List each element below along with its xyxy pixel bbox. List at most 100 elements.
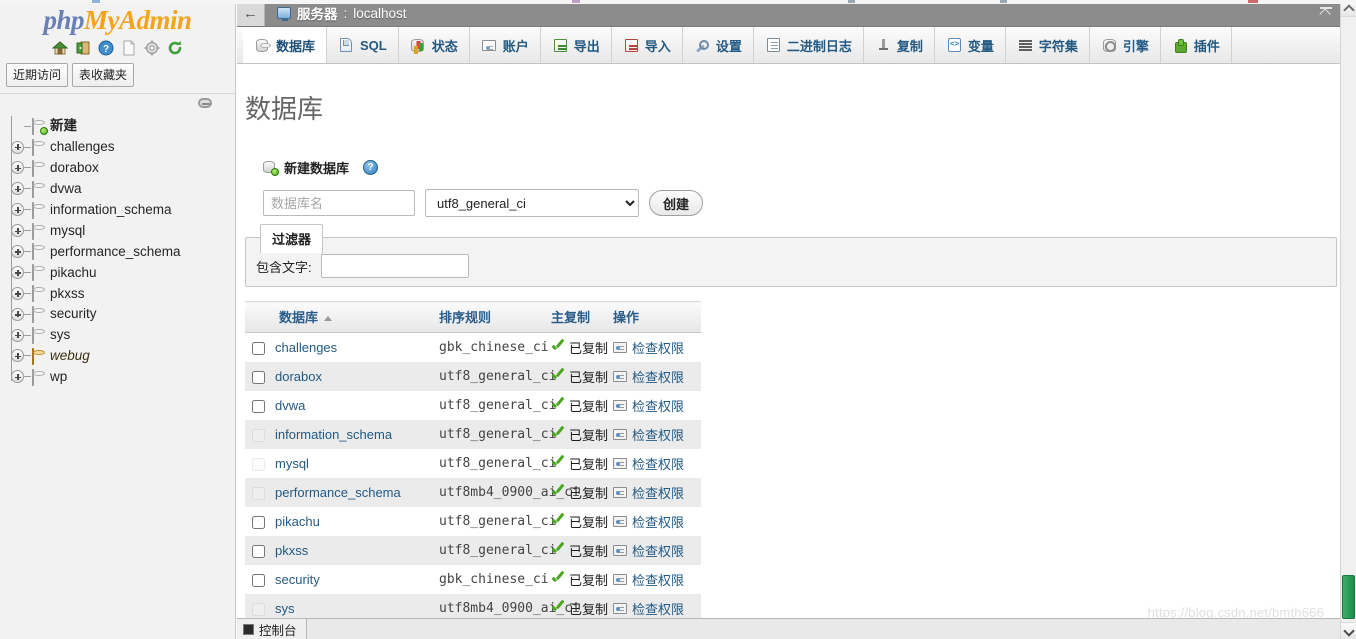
row-checkbox-cell: [245, 333, 271, 363]
filter-input[interactable]: [320, 254, 469, 278]
tab-database[interactable]: 数据库: [243, 27, 328, 63]
scrollbar-thumb[interactable]: [1342, 575, 1355, 619]
tab-plugin[interactable]: 插件: [1161, 27, 1232, 63]
check-privileges-link[interactable]: 检查权限: [632, 599, 684, 618]
sidebar-db-item-information_schema[interactable]: information_schema: [6, 199, 235, 220]
tab-charset[interactable]: 字符集: [1006, 27, 1090, 63]
table-row[interactable]: mysql utf8_general_ci 已复制 检查权限: [245, 449, 701, 478]
table-row[interactable]: security gbk_chinese_ci 已复制 检查权限: [245, 565, 701, 594]
table-row[interactable]: pkxss utf8_general_ci 已复制 检查权限: [245, 536, 701, 565]
expand-icon[interactable]: [11, 161, 24, 175]
scroll-down-button[interactable]: [1341, 622, 1356, 639]
sidebar-db-item-security[interactable]: security: [6, 304, 235, 325]
table-row[interactable]: challenges gbk_chinese_ci 已复制 检查权限: [245, 332, 701, 363]
page-scrollbar[interactable]: [1340, 0, 1356, 639]
tab-replication[interactable]: 复制: [864, 27, 935, 63]
expand-icon[interactable]: [11, 203, 24, 217]
tab-status[interactable]: 状态: [399, 27, 470, 63]
row-checkbox[interactable]: [251, 342, 265, 356]
check-privileges-link[interactable]: 检查权限: [632, 396, 684, 415]
tab-engine[interactable]: 引擎: [1090, 27, 1161, 63]
console-toggle[interactable]: 控制台: [237, 619, 307, 639]
database-name-input[interactable]: [263, 190, 415, 216]
row-checkbox[interactable]: [251, 371, 265, 385]
sidebar-db-item-pikachu[interactable]: pikachu: [6, 262, 235, 283]
tab-account[interactable]: 账户: [470, 27, 541, 63]
expand-icon[interactable]: [11, 349, 24, 363]
sidebar-db-item-webug[interactable]: webug: [6, 345, 235, 366]
check-privileges-link[interactable]: 检查权限: [632, 483, 684, 502]
expand-icon[interactable]: [11, 370, 24, 384]
tab-binlog[interactable]: 二进制日志: [754, 27, 864, 63]
check-privileges-link[interactable]: 检查权限: [632, 454, 684, 473]
database-link[interactable]: mysql: [275, 456, 309, 471]
home-icon[interactable]: [51, 40, 69, 56]
tab-sql[interactable]: SQL: [327, 27, 399, 63]
expand-icon[interactable]: [11, 265, 24, 279]
sidebar-db-item-dvwa[interactable]: dvwa: [6, 178, 235, 199]
tab-variables[interactable]: 变量: [935, 27, 1006, 63]
docs-icon[interactable]: [121, 39, 137, 56]
table-row[interactable]: dvwa utf8_general_ci 已复制 检查权限: [245, 391, 701, 420]
tab-import[interactable]: 导入: [612, 27, 683, 63]
help-icon[interactable]: ?: [363, 160, 379, 175]
sidebar-db-item-sys[interactable]: sys: [6, 325, 235, 346]
tab-export[interactable]: 导出: [541, 27, 612, 63]
sidebar-db-item-新建[interactable]: 新建: [6, 116, 235, 137]
sidebar-db-item-dorabox[interactable]: dorabox: [6, 157, 235, 178]
database-link[interactable]: security: [275, 572, 320, 587]
collation-select[interactable]: utf8_general_ci: [425, 189, 639, 217]
database-link[interactable]: information_schema: [275, 427, 392, 442]
scroll-up-button[interactable]: [1341, 0, 1356, 17]
sidebar-db-label: sys: [50, 327, 71, 343]
table-row[interactable]: pikachu utf8_general_ci 已复制 检查权限: [245, 507, 701, 536]
row-checkbox[interactable]: [251, 545, 265, 559]
database-link[interactable]: dvwa: [275, 398, 305, 413]
expand-icon[interactable]: [11, 328, 24, 342]
phpmyadmin-logo[interactable]: phpMyAdmin: [0, 0, 235, 38]
check-privileges-link[interactable]: 检查权限: [632, 570, 684, 589]
database-link[interactable]: dorabox: [275, 369, 322, 384]
tab-settings[interactable]: 设置: [683, 27, 754, 63]
expand-icon[interactable]: [11, 182, 24, 196]
settings-icon[interactable]: [144, 40, 160, 56]
collapse-panel-button[interactable]: [1318, 4, 1334, 20]
check-privileges-link[interactable]: 检查权限: [632, 367, 684, 386]
expand-icon[interactable]: [11, 224, 24, 238]
database-link[interactable]: sys: [275, 601, 295, 616]
expand-icon[interactable]: [11, 140, 24, 154]
sidebar-db-item-pkxss[interactable]: pkxss: [6, 283, 235, 304]
sidebar-db-item-performance_schema[interactable]: performance_schema: [6, 241, 235, 262]
table-row[interactable]: dorabox utf8_general_ci 已复制 检查权限: [245, 362, 701, 391]
row-checkbox[interactable]: [251, 400, 265, 414]
check-privileges-link[interactable]: 检查权限: [632, 512, 684, 531]
check-privileges-link[interactable]: 检查权限: [632, 425, 684, 444]
check-privileges-link[interactable]: 检查权限: [632, 541, 684, 560]
recent-button[interactable]: 近期访问: [6, 62, 69, 87]
help-icon[interactable]: ?: [98, 40, 114, 56]
column-header-master-replication[interactable]: 主复制: [547, 301, 609, 333]
expand-icon[interactable]: [11, 307, 24, 321]
sidebar-db-item-mysql[interactable]: mysql: [6, 220, 235, 241]
table-row[interactable]: performance_schema utf8mb4_0900_ai_ci 已复制 检…: [245, 478, 701, 507]
sidebar-db-item-wp[interactable]: wp: [6, 366, 235, 387]
column-header-database[interactable]: 数据库: [271, 301, 435, 333]
database-link[interactable]: challenges: [275, 340, 337, 355]
expand-icon[interactable]: [11, 286, 24, 300]
check-privileges-link[interactable]: 检查权限: [632, 338, 684, 357]
database-link[interactable]: pikachu: [275, 514, 320, 529]
logout-icon[interactable]: [75, 40, 91, 56]
create-database-button[interactable]: 创建: [649, 190, 704, 216]
back-button[interactable]: ←: [237, 0, 265, 26]
sidebar-db-item-challenges[interactable]: challenges: [6, 137, 235, 158]
link-with-main-panel-icon[interactable]: [198, 97, 212, 108]
database-link[interactable]: pkxss: [275, 543, 308, 558]
database-link[interactable]: performance_schema: [275, 485, 401, 500]
table-row[interactable]: information_schema utf8_general_ci 已复制 检查权限: [245, 420, 701, 449]
favorites-button[interactable]: 表收藏夹: [72, 62, 135, 87]
row-checkbox[interactable]: [251, 574, 265, 588]
column-header-collation[interactable]: 排序规则: [435, 301, 547, 333]
reload-icon[interactable]: [167, 40, 183, 56]
row-checkbox[interactable]: [251, 516, 265, 530]
expand-icon[interactable]: [11, 244, 24, 258]
